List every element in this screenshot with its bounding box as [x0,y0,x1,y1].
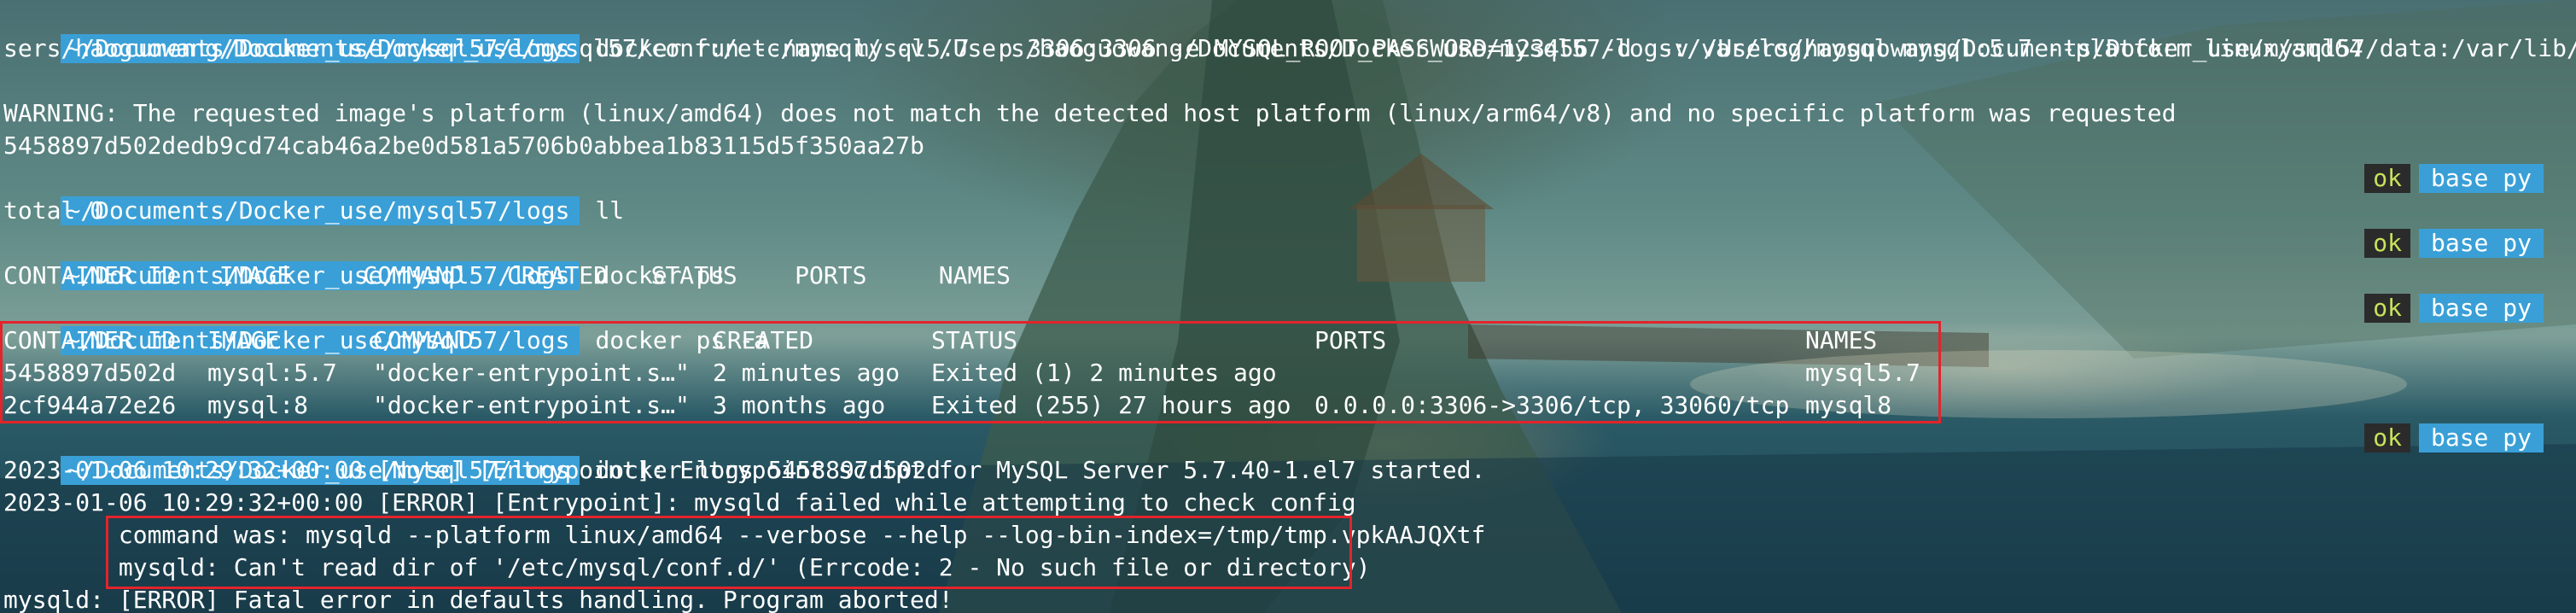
right-status: ok base py [2364,423,2544,452]
ok-badge: ok [2364,294,2410,323]
env-badge: base py [2418,423,2544,452]
terminal-line-docker-ps-a: ~/Documents/Docker_use/mysql57/logs docke… [3,292,768,355]
ok-badge: ok [2364,229,2410,258]
right-status: ok base py [2364,229,2544,258]
env-badge: base py [2418,164,2544,193]
highlight-box-ps-a [0,321,1941,423]
right-status: ok base py [2364,164,2544,193]
terminal-line-ll: ~/Documents/Docker_use/mysql57/logs ll [3,162,624,225]
ok-badge: ok [2364,164,2410,193]
terminal-line-warning: WARNING: The requested image's platform … [3,99,2177,127]
ps-header: CONTAINER ID IMAGE COMMAND CREATED STATU… [3,261,1011,289]
terminal-line-docker-logs: ~/Documents/Docker_use/mysql57/logs docke… [3,422,941,485]
log-line: 2023-01-06 10:29:32+00:00 [Note] [Entryp… [3,456,1486,484]
log-line: 2023-01-06 10:29:32+00:00 [ERROR] [Entry… [3,488,1356,517]
terminal-line-docker-ps: ~/Documents/Docker_use/mysql57/logs docke… [3,227,725,290]
prompt-path: ~/Documents/Docker_use/mysql57/logs [61,196,580,225]
terminal-line-total: total 0 [3,196,105,225]
env-badge: base py [2418,229,2544,258]
command-text: ll [595,196,625,225]
terminal-window[interactable]: ~/Documents/Docker_use/mysql57/logs docke… [0,0,2576,613]
ok-badge: ok [2364,423,2410,452]
terminal-line-run: ~/Documents/Docker_use/mysql57/logs docke… [3,0,2576,63]
right-status: ok base py [2364,294,2544,323]
terminal-line-run-wrap: sers/haoguowang/Documents/Docker_use/mys… [3,34,2363,62]
highlight-box-error [106,516,1352,589]
terminal-line-hash: 5458897d502dedb9cd74cab46a2be0d581a5706b… [3,131,924,160]
env-badge: base py [2418,294,2544,323]
